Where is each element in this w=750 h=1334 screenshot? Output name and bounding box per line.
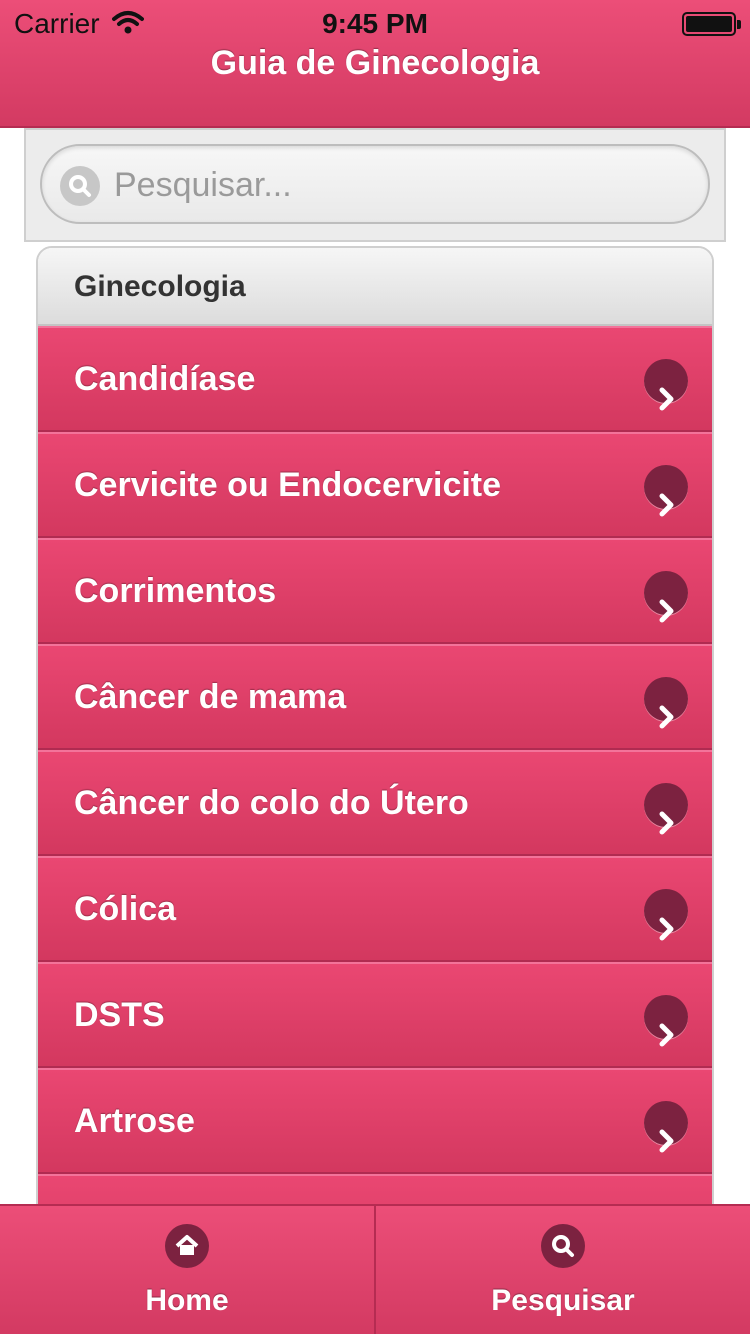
app-screen: Carrier 9:45 PM Guia de Ginecologia Gine… <box>0 0 750 1334</box>
list-item[interactable]: DSTS <box>38 962 712 1068</box>
list-item-label: Câncer de mama <box>74 678 347 716</box>
topic-list: Ginecologia Candidíase Cervicite ou Endo… <box>36 246 714 1282</box>
status-bar: Carrier 9:45 PM <box>0 0 750 50</box>
chevron-right-icon <box>644 1101 688 1153</box>
list-item-label: Corrimentos <box>74 572 277 610</box>
header-bar: Carrier 9:45 PM Guia de Ginecologia <box>0 0 750 128</box>
search-icon <box>60 166 100 206</box>
search-input[interactable] <box>112 156 696 214</box>
list-item-label: DSTS <box>74 996 165 1034</box>
chevron-right-icon <box>644 359 688 411</box>
home-icon <box>165 1224 209 1268</box>
list-item[interactable]: Câncer do colo do Útero <box>38 750 712 856</box>
list-item[interactable]: Cervicite ou Endocervicite <box>38 432 712 538</box>
status-time: 9:45 PM <box>322 8 428 39</box>
list-item[interactable]: Câncer de mama <box>38 644 712 750</box>
list-section-header: Ginecologia <box>38 248 712 326</box>
list-item[interactable]: Candidíase <box>38 326 712 432</box>
list-item-label: Artrose <box>74 1102 195 1140</box>
list-item-label: Cervicite ou Endocervicite <box>74 466 502 504</box>
chevron-right-icon <box>644 677 688 729</box>
tab-label: Home <box>145 1284 229 1317</box>
list-item-label: Câncer do colo do Útero <box>74 784 469 822</box>
list-item-label: Candidíase <box>74 360 256 398</box>
tab-label: Pesquisar <box>491 1284 635 1317</box>
battery-icon <box>682 12 741 36</box>
chevron-right-icon <box>644 995 688 1047</box>
chevron-right-icon <box>644 889 688 941</box>
tab-bar: Home Pesquisar <box>0 1204 750 1334</box>
search-icon <box>541 1224 585 1268</box>
page-title: Guia de Ginecologia <box>210 44 540 82</box>
search-field[interactable] <box>40 144 710 224</box>
chevron-right-icon <box>644 465 688 517</box>
tab-home[interactable]: Home <box>0 1206 374 1334</box>
list-item[interactable]: Cólica <box>38 856 712 962</box>
search-bar <box>24 128 726 242</box>
tab-search[interactable]: Pesquisar <box>374 1206 750 1334</box>
list-item[interactable]: Artrose <box>38 1068 712 1174</box>
chevron-right-icon <box>644 783 688 835</box>
list-item[interactable]: Corrimentos <box>38 538 712 644</box>
chevron-right-icon <box>644 571 688 623</box>
list-item-label: Cólica <box>74 890 177 928</box>
